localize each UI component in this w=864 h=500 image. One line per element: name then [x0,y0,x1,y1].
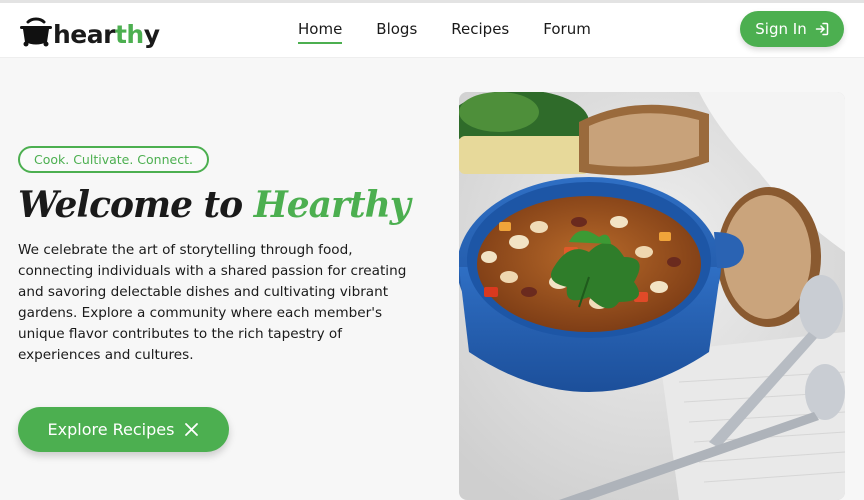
hero-title: Welcome to Hearthy [18,184,411,227]
hero-title-brand: Hearthy [253,184,411,226]
tagline-badge: Cook. Cultivate. Connect. [18,146,209,173]
nav-item-forum[interactable]: Forum [543,20,591,42]
cooking-pot-icon [20,17,52,47]
explore-recipes-label: Explore Recipes [47,420,175,439]
nav-item-recipes[interactable]: Recipes [451,20,509,42]
sign-in-label: Sign In [755,20,807,38]
nav-item-home[interactable]: Home [298,20,343,44]
sign-in-button[interactable]: Sign In [740,11,844,47]
main-nav: Home Blogs Recipes Forum [298,3,625,58]
logo-link[interactable]: hearthy [20,13,160,47]
hero-title-prefix: Welcome to [18,184,243,226]
logo-text: hearthy [53,20,160,49]
soup-bowl-photo [459,92,845,500]
explore-recipes-button[interactable]: Explore Recipes [18,407,229,452]
nav-item-blogs[interactable]: Blogs [376,20,417,42]
site-header: hearthy Home Blogs Recipes Forum Sign In [0,3,864,58]
login-icon [815,22,828,36]
close-x-icon [185,423,199,436]
hero-description: We celebrate the art of storytelling thr… [18,242,407,363]
